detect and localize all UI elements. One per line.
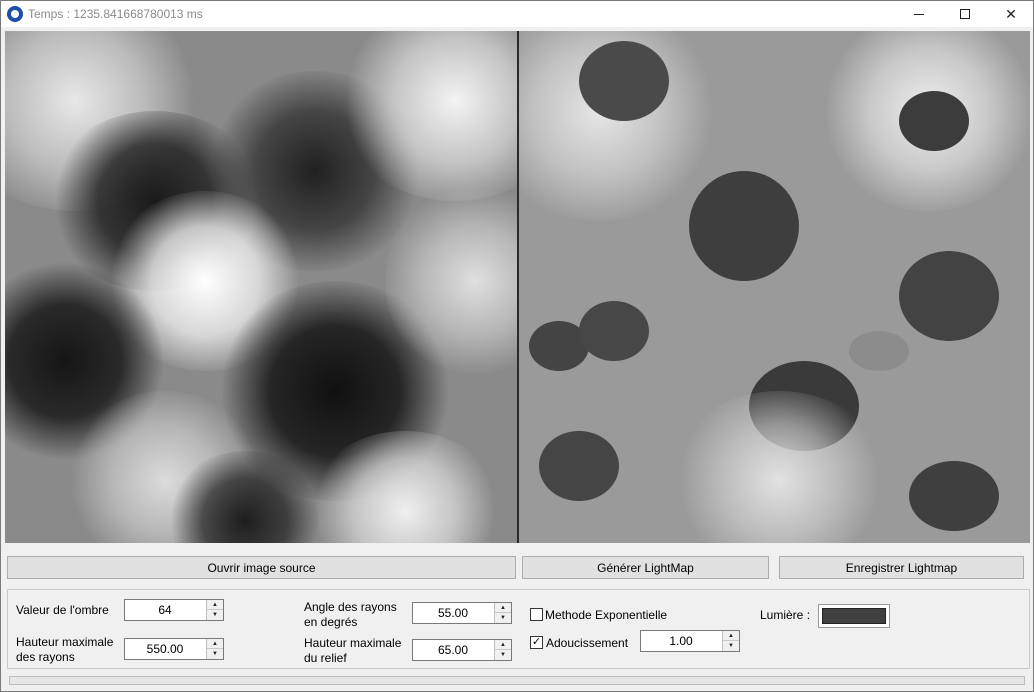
angle-spinbox[interactable]: 55.00 ▲ ▼	[412, 602, 512, 624]
spin-down-icon[interactable]: ▼	[207, 649, 223, 659]
progress-bar	[9, 676, 1025, 685]
light-color-fill	[822, 608, 886, 624]
spin-down-icon[interactable]: ▼	[495, 613, 511, 623]
source-image	[5, 31, 517, 543]
close-icon[interactable]: ✕	[988, 1, 1034, 27]
spin-up-icon[interactable]: ▲	[723, 631, 739, 641]
relief-label-2: du relief	[304, 651, 347, 665]
save-lightmap-button[interactable]: Enregistrer Lightmap	[779, 556, 1024, 579]
smoothing-value[interactable]: 1.00	[641, 634, 721, 648]
parameters-panel: Valeur de l'ombre 64 ▲ ▼ Hauteur maximale…	[7, 589, 1030, 669]
shadow-label: Valeur de l'ombre	[16, 603, 109, 617]
spin-up-icon[interactable]: ▲	[495, 603, 511, 613]
spin-up-icon[interactable]: ▲	[495, 640, 511, 650]
angle-value[interactable]: 55.00	[413, 606, 493, 620]
minimize-icon[interactable]	[896, 1, 942, 27]
maximize-icon[interactable]	[942, 1, 988, 27]
spin-up-icon[interactable]: ▲	[207, 600, 223, 610]
smoothing-spinbox[interactable]: 1.00 ▲ ▼	[640, 630, 740, 652]
shadow-value[interactable]: 64	[125, 603, 205, 617]
light-color-swatch[interactable]	[818, 604, 890, 628]
shadow-spinbox[interactable]: 64 ▲ ▼	[124, 599, 224, 621]
open-source-button[interactable]: Ouvrir image source	[7, 556, 516, 579]
relief-spinbox[interactable]: 65.00 ▲ ▼	[412, 639, 512, 661]
angle-label-1: Angle des rayons	[304, 600, 397, 614]
ray-height-label-2: des rayons	[16, 650, 75, 664]
generate-lightmap-button[interactable]: Générer LightMap	[522, 556, 769, 579]
spin-up-icon[interactable]: ▲	[207, 639, 223, 649]
lightmap-image	[519, 31, 1030, 543]
relief-value[interactable]: 65.00	[413, 643, 493, 657]
spin-down-icon[interactable]: ▼	[495, 650, 511, 660]
light-label: Lumière :	[760, 608, 811, 622]
exponential-label[interactable]: Methode Exponentielle	[545, 608, 667, 623]
spin-down-icon[interactable]: ▼	[207, 610, 223, 620]
window-title: Temps : 1235.841668780013 ms	[28, 7, 203, 21]
ray-height-spinbox[interactable]: 550.00 ▲ ▼	[124, 638, 224, 660]
title-bar[interactable]: Temps : 1235.841668780013 ms ✕	[1, 1, 1033, 27]
app-window: Temps : 1235.841668780013 ms ✕ Ouvrir im…	[0, 0, 1034, 692]
smoothing-label[interactable]: Adoucissement	[546, 636, 628, 651]
paw-icon	[7, 6, 23, 22]
relief-label-1: Hauteur maximale	[304, 636, 402, 650]
spin-down-icon[interactable]: ▼	[723, 641, 739, 651]
exponential-checkbox[interactable]	[530, 608, 543, 621]
ray-height-value[interactable]: 550.00	[125, 642, 205, 656]
ray-height-label-1: Hauteur maximale	[16, 635, 114, 649]
smoothing-checkbox[interactable]: ✓	[530, 636, 543, 649]
angle-label-2: en degrés	[304, 615, 358, 629]
